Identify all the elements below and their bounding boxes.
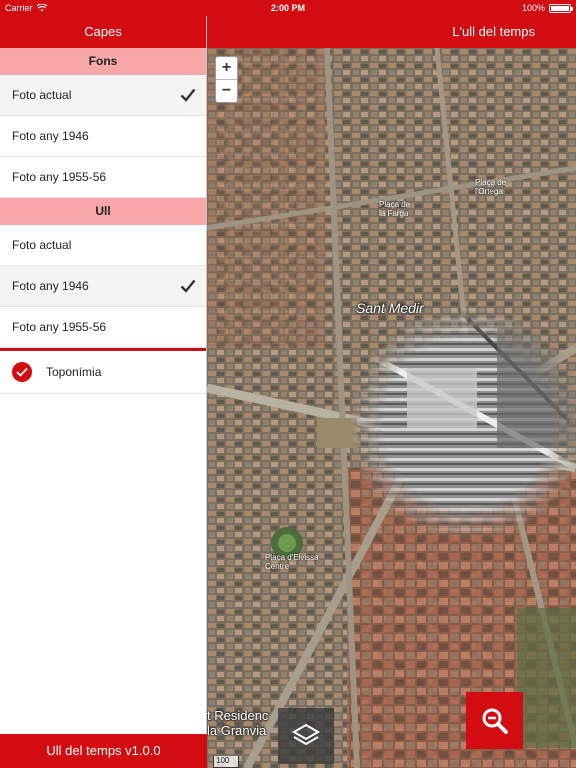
battery-icon [549,3,573,13]
zoom-in-button[interactable]: + [216,57,237,80]
layers-sidebar: Capes Fons Foto actual Foto any 1946 Fot… [0,16,207,768]
map-view[interactable]: L'ull del temps Sant Medir Plaça de la F… [207,16,576,768]
search-button[interactable] [466,692,523,749]
fons-item-foto-actual[interactable]: Foto actual [0,75,206,116]
fons-item-foto-1955-56[interactable]: Foto any 1955-56 [0,157,206,198]
layers-button[interactable] [278,708,334,764]
list-item-label: Foto any 1955-56 [12,170,107,184]
status-right: 100% [521,3,573,13]
zoom-search-icon [482,708,508,734]
checked-circle-icon[interactable] [12,362,32,382]
list-item-label: Foto actual [12,238,72,252]
status-time: 2:00 PM [270,3,305,13]
map-label-placa-farga: Plaça de la Farga [379,200,411,218]
toponimia-label: Toponímia [46,365,102,379]
zoom-out-button[interactable]: − [216,80,237,103]
battery-label: 100% [521,3,545,13]
map-label-residencial: t Residenc la Granvia [207,708,269,738]
list-item-label: Foto any 1946 [12,129,89,143]
app-version: Ull del temps v1.0.0 [0,734,207,768]
layers-icon [292,723,320,746]
status-bar: Carrier 2:00 PM 100% [0,0,576,16]
list-item-label: Foto any 1946 [12,279,89,293]
section-header-fons: Fons [0,48,206,75]
ull-item-foto-actual[interactable]: Foto actual [0,225,206,266]
toponimia-toggle[interactable]: Toponímia [0,351,206,394]
map-label-placa-ortega: Plaça de l'Ortega [475,178,507,196]
map-title: L'ull del temps [207,16,576,48]
list-item-label: Foto any 1955-56 [12,320,107,334]
list-item-label: Foto actual [12,88,72,102]
ull-item-foto-1955-56[interactable]: Foto any 1955-56 [0,307,206,348]
ull-item-foto-1946[interactable]: Foto any 1946 [0,266,206,307]
aerial-map[interactable]: Sant Medir Plaça de la Farga Plaça de l'… [207,48,576,768]
scale-bar: 100 m [213,756,239,768]
checkmark-icon [180,88,196,102]
map-label-placa-eivissa: Plaça d'Eivissa Centre [265,553,319,571]
map-label-sant-medir: Sant Medir [356,300,424,316]
checkmark-icon [180,279,196,293]
sidebar-title: Capes [0,16,206,48]
fons-item-foto-1946[interactable]: Foto any 1946 [0,116,206,157]
zoom-control: + − [215,56,238,103]
aerial-imagery [207,48,576,768]
section-header-ull: Ull [0,198,206,225]
